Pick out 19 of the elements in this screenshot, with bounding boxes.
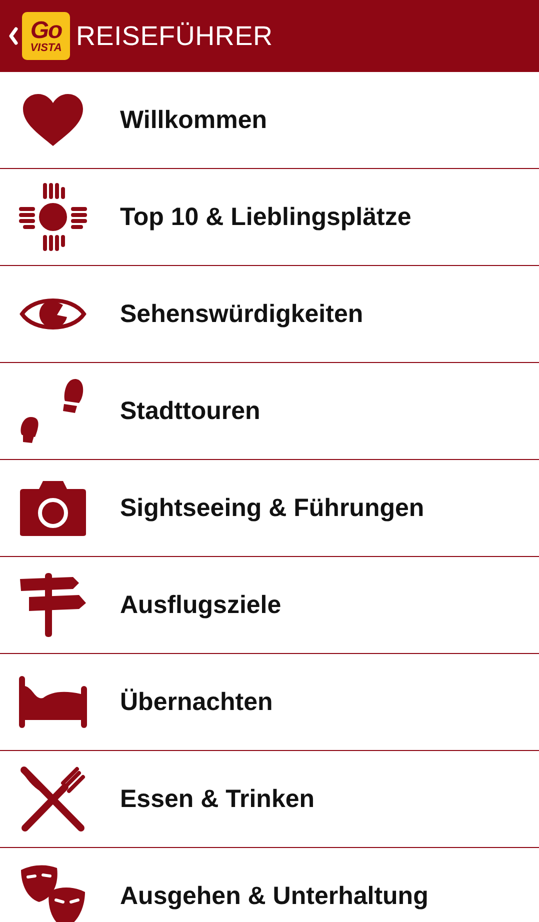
knife-fork-icon [19, 765, 87, 833]
menu-item[interactable]: Sehenswürdigkeiten [0, 266, 539, 363]
heart-icon [22, 93, 84, 147]
menu-item[interactable]: Sightseeing & Führungen [0, 460, 539, 557]
bed-icon [19, 676, 87, 728]
sun-symbol-icon [19, 183, 87, 251]
menu-item[interactable]: Essen & Trinken [0, 751, 539, 848]
app-logo: Go VISTA [22, 12, 70, 60]
header-title: REISEFÜHRER [76, 20, 273, 52]
camera-icon [19, 479, 87, 537]
chevron-left-icon [8, 27, 18, 45]
menu-item[interactable]: Stadttouren [0, 363, 539, 460]
menu-item[interactable]: Willkommen [0, 72, 539, 169]
menu-item[interactable]: Top 10 & Lieblingsplätze [0, 169, 539, 266]
back-button[interactable]: Go VISTA [8, 12, 70, 60]
menu-item[interactable]: Übernachten [0, 654, 539, 751]
menu-item[interactable]: Ausgehen & Unterhaltung [0, 848, 539, 922]
menu-item[interactable]: Ausflugsziele [0, 557, 539, 654]
signpost-icon [19, 573, 87, 637]
